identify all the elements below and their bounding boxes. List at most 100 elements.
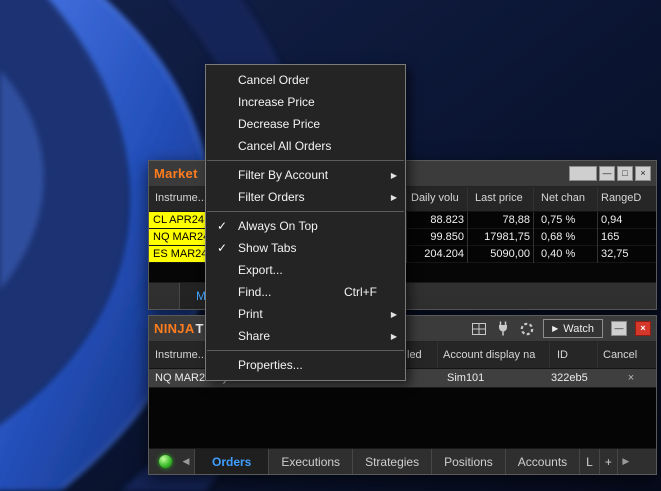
menu-separator: [207, 160, 404, 161]
column-divider: [597, 212, 598, 263]
watch-button-label: Watch: [563, 322, 594, 335]
col-net-change[interactable]: Net chan: [541, 192, 585, 204]
market-maximize-button[interactable]: □: [617, 166, 633, 181]
ninja-minimize-button[interactable]: —: [611, 321, 627, 336]
menu-item-label: Cancel All Orders: [238, 139, 332, 153]
instrument-cell: ES MAR24: [149, 246, 206, 262]
menu-item-export[interactable]: Export...: [206, 259, 405, 281]
market-close-button[interactable]: ×: [635, 166, 651, 181]
tab-accounts[interactable]: Accounts: [506, 449, 581, 474]
submenu-arrow-icon: ▶: [390, 192, 398, 202]
menu-item-label: Cancel Order: [238, 73, 310, 87]
window-layout-icon[interactable]: [471, 321, 487, 337]
ninja-logo-accent: NINJA: [154, 321, 195, 336]
market-extra-button[interactable]: [569, 166, 597, 181]
tab-executions[interactable]: Executions: [269, 449, 354, 474]
column-divider: [533, 212, 534, 263]
menu-item-decrease-price[interactable]: Decrease Price: [206, 113, 405, 135]
col-cancel[interactable]: Cancel: [603, 349, 637, 361]
loading-spinner-icon: [519, 321, 535, 337]
cancel-order-x-button[interactable]: ×: [619, 372, 643, 384]
add-tab-button[interactable]: +: [600, 449, 618, 474]
col-account-display-name[interactable]: Account display na: [443, 349, 535, 361]
play-icon: ▶: [552, 324, 559, 333]
menu-item-increase-price[interactable]: Increase Price: [206, 91, 405, 113]
col-last-price[interactable]: Last price: [475, 192, 523, 204]
column-divider: [406, 187, 407, 211]
menu-item-label: Filter Orders: [238, 190, 305, 204]
column-divider: [437, 342, 438, 368]
menu-item-label: Print: [238, 307, 263, 321]
tab-truncated[interactable]: L: [580, 449, 600, 474]
menu-item-label: Properties...: [238, 358, 303, 372]
column-divider: [597, 342, 598, 368]
menu-item-properties[interactable]: Properties...: [206, 354, 405, 376]
net-change-cell: 0,75 %: [541, 214, 576, 226]
menu-item-print[interactable]: Print ▶: [206, 303, 405, 325]
connection-plug-icon[interactable]: [495, 321, 511, 337]
menu-item-share[interactable]: Share ▶: [206, 325, 405, 347]
range-cell: 0,94: [601, 214, 623, 226]
check-icon: ✓: [216, 219, 228, 233]
ninja-logo-rest: T: [195, 321, 204, 336]
column-divider: [597, 187, 598, 211]
market-minimize-button[interactable]: —: [599, 166, 615, 181]
menu-item-cancel-order[interactable]: Cancel Order: [206, 69, 405, 91]
menu-item-find[interactable]: Find... Ctrl+F: [206, 281, 405, 303]
menu-item-filter-orders[interactable]: Filter Orders ▶: [206, 186, 405, 208]
order-instrument: NQ MAR24: [155, 372, 212, 384]
menu-item-show-tabs[interactable]: ✓ Show Tabs: [206, 237, 405, 259]
orders-tab-strip: ◀ Orders Executions Strategies Positions…: [149, 448, 656, 474]
daily-volume-cell: 88.823: [430, 214, 464, 226]
submenu-arrow-icon: ▶: [390, 331, 398, 341]
tab-scroll-left-button[interactable]: ◀: [178, 449, 194, 474]
menu-item-filter-by-account[interactable]: Filter By Account ▶: [206, 164, 405, 186]
ninja-close-button[interactable]: ×: [635, 321, 651, 336]
menu-item-label: Always On Top: [238, 219, 318, 233]
instrument-cell: CL APR24: [149, 212, 206, 228]
col-filled[interactable]: led: [407, 349, 422, 361]
column-divider: [533, 187, 534, 211]
desktop: Market — □ × Instrume... Daily volu Last…: [0, 0, 661, 491]
menu-item-label: Decrease Price: [238, 117, 321, 131]
column-divider: [406, 212, 407, 263]
range-cell: 165: [601, 231, 620, 243]
col-id[interactable]: ID: [557, 349, 568, 361]
menu-separator: [207, 350, 404, 351]
tab-strategies[interactable]: Strategies: [353, 449, 433, 474]
order-id: 322eb5: [551, 372, 588, 384]
submenu-arrow-icon: ▶: [390, 309, 398, 319]
menu-separator: [207, 211, 404, 212]
column-divider: [467, 187, 468, 211]
menu-item-cancel-all-orders[interactable]: Cancel All Orders: [206, 135, 405, 157]
orders-empty-area: [149, 388, 656, 450]
watch-button[interactable]: ▶ Watch: [543, 319, 603, 338]
orders-context-menu: Cancel Order Increase Price Decrease Pri…: [205, 64, 406, 381]
menu-item-label: Share: [238, 329, 271, 343]
menu-item-label: Show Tabs: [238, 241, 297, 255]
last-price-cell: 5090,00: [490, 248, 530, 260]
col-instrument[interactable]: Instrume...: [155, 349, 207, 361]
connection-status-indicator: [159, 455, 172, 468]
net-change-cell: 0,40 %: [541, 248, 576, 260]
last-price-cell: 17981,75: [484, 231, 530, 243]
instrument-cell: NQ MAR24: [149, 229, 206, 245]
last-price-cell: 78,88: [502, 214, 530, 226]
column-divider: [467, 212, 468, 263]
tab-orders[interactable]: Orders: [194, 449, 270, 474]
submenu-arrow-icon: ▶: [390, 170, 398, 180]
col-instrument[interactable]: Instrume...: [155, 192, 207, 204]
market-window-title: Market: [154, 166, 198, 181]
menu-item-shortcut: Ctrl+F: [344, 285, 377, 299]
daily-volume-cell: 204.204: [424, 248, 464, 260]
col-daily-volume[interactable]: Daily volu: [411, 192, 459, 204]
tab-scroll-right-button[interactable]: ▶: [618, 449, 634, 474]
menu-item-always-on-top[interactable]: ✓ Always On Top: [206, 215, 405, 237]
menu-item-label: Export...: [238, 263, 283, 277]
col-range[interactable]: RangeD: [601, 192, 641, 204]
tab-positions[interactable]: Positions: [432, 449, 506, 474]
order-account: Sim101: [447, 372, 485, 384]
daily-volume-cell: 99.850: [430, 231, 464, 243]
net-change-cell: 0,68 %: [541, 231, 576, 243]
range-cell: 32,75: [601, 248, 629, 260]
